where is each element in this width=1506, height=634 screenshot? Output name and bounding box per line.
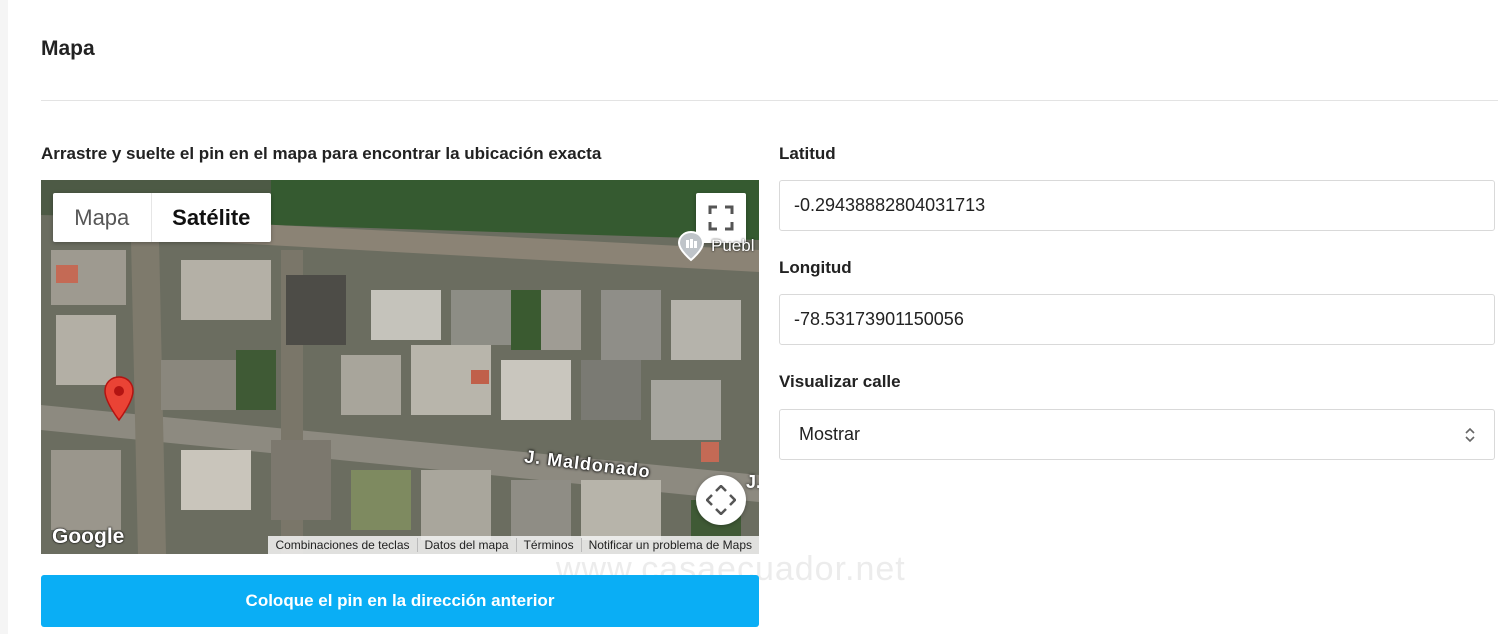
latitude-input[interactable] (779, 180, 1495, 231)
longitude-input[interactable] (779, 294, 1495, 345)
place-pin-button[interactable]: Coloque el pin en la dirección anterior (41, 575, 759, 627)
map-instruction: Arrastre y suelte el pin en el mapa para… (41, 144, 602, 163)
map-type-control: Mapa Satélite (53, 193, 271, 242)
section-divider (41, 100, 1498, 101)
street-view-select[interactable]: Mostrar (779, 409, 1495, 460)
keyboard-shortcuts-link[interactable]: Combinaciones de teclas (268, 538, 416, 552)
longitude-label: Longitud (779, 258, 852, 277)
poi-icon (677, 230, 705, 262)
pan-control-button[interactable] (696, 475, 746, 525)
street-label-secondary: J. (746, 472, 759, 492)
map-type-satellite-button[interactable]: Satélite (152, 193, 271, 242)
section-title: Mapa (41, 37, 95, 60)
street-view-selected-value: Mostrar (799, 424, 861, 444)
map-type-map-button[interactable]: Mapa (53, 193, 152, 242)
map-section-card: Mapa Arrastre y suelte el pin en el mapa… (8, 0, 1506, 634)
select-chevron-icon (1465, 427, 1475, 442)
poi-marker[interactable]: Puebl (677, 230, 754, 262)
map-data-link[interactable]: Datos del mapa (416, 538, 516, 552)
fullscreen-icon (708, 205, 734, 231)
latitude-label: Latitud (779, 144, 836, 163)
google-logo: Google (52, 525, 125, 548)
pan-control-icon (706, 485, 736, 515)
map-view[interactable]: Mapa Satélite Puebl J. Maldonado J. (41, 180, 759, 554)
map-pin-icon (104, 376, 134, 422)
street-view-label: Visualizar calle (779, 372, 901, 391)
poi-label: Puebl (711, 236, 755, 255)
map-pin[interactable] (104, 376, 134, 427)
